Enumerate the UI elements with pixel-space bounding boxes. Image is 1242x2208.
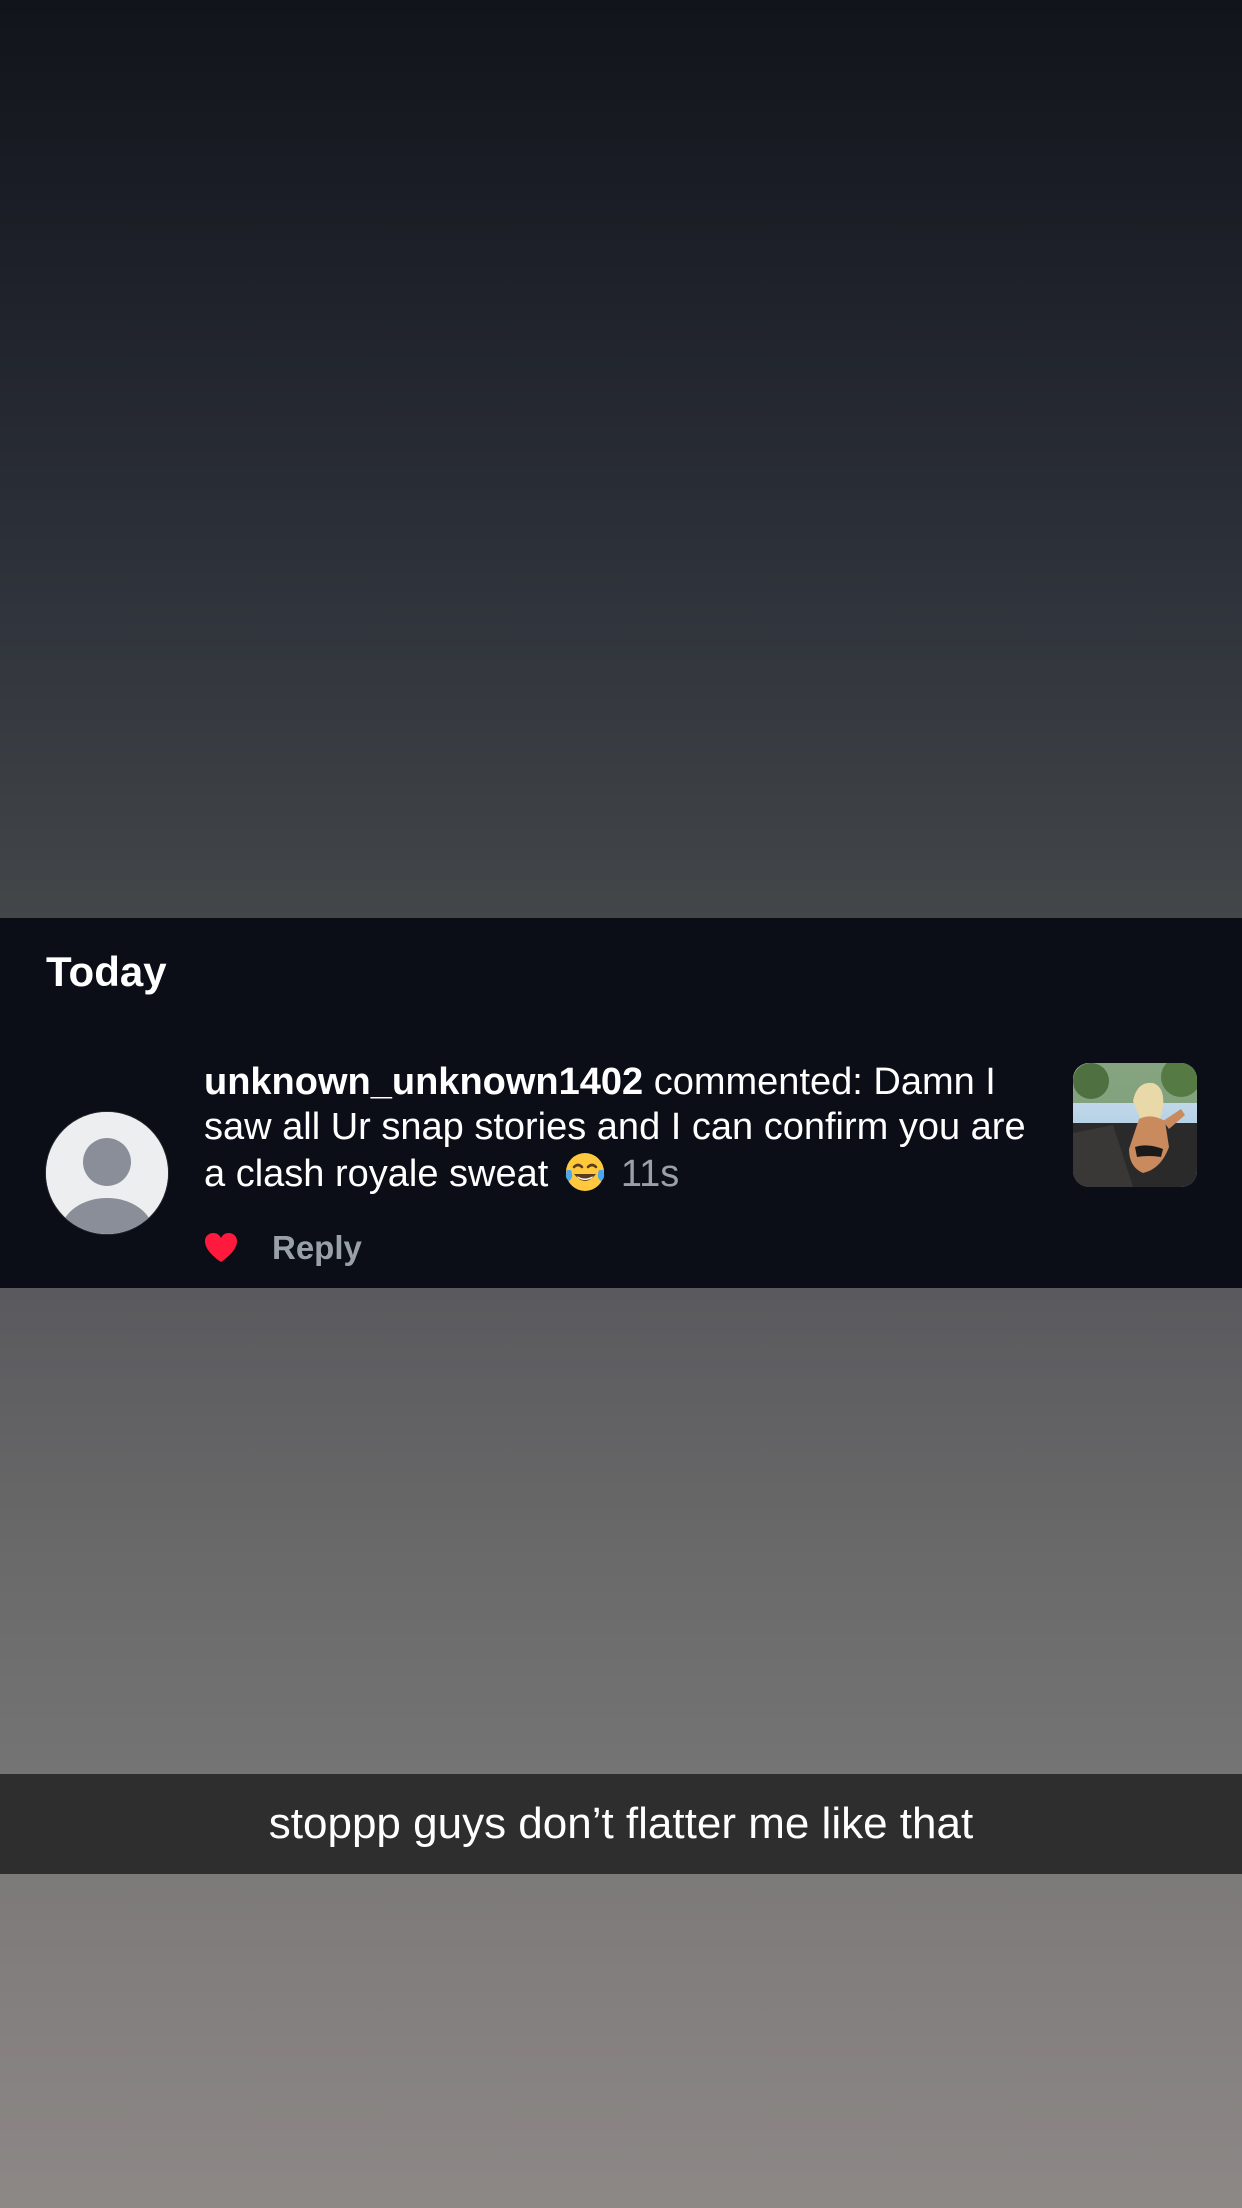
- reply-button[interactable]: Reply: [272, 1228, 362, 1268]
- post-thumbnail-image: [1073, 1063, 1197, 1187]
- comment-timestamp: 11s: [620, 1153, 680, 1195]
- heart-icon[interactable]: [204, 1232, 238, 1264]
- default-avatar-icon: [46, 1112, 168, 1234]
- notification-comment[interactable]: unknown_unknown1402 commented: Damn I sa…: [204, 1060, 1054, 1197]
- comment-username[interactable]: unknown_unknown1402: [204, 1061, 643, 1103]
- post-thumbnail[interactable]: [1073, 1063, 1197, 1187]
- story-caption: stoppp guys don’t flatter me like that: [268, 1799, 974, 1848]
- story-caption-bar: stoppp guys don’t flatter me like that: [0, 1774, 1242, 1874]
- section-title-today: Today: [46, 948, 167, 995]
- avatar[interactable]: [46, 1112, 168, 1234]
- story-background-top: [0, 0, 1242, 918]
- story-background-bottom: [0, 1288, 1242, 2208]
- comment-actions: Reply: [204, 1228, 362, 1268]
- face-with-tears-of-joy-icon: [565, 1153, 604, 1191]
